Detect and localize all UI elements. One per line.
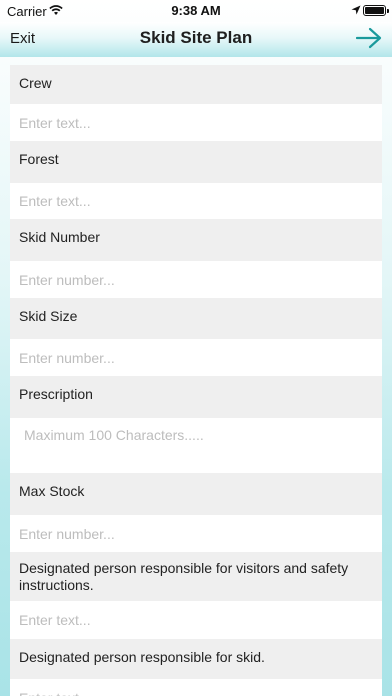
skid-size-input[interactable] bbox=[19, 349, 373, 366]
crew-input[interactable] bbox=[19, 114, 373, 131]
forest-input[interactable] bbox=[19, 193, 373, 209]
forest-label: Forest bbox=[10, 141, 382, 183]
crew-field-row[interactable] bbox=[10, 104, 382, 141]
prescription-field-row[interactable] bbox=[10, 418, 382, 473]
max-stock-field-row[interactable] bbox=[10, 515, 382, 552]
visitors-safety-person-label: Designated person responsible for visito… bbox=[10, 552, 382, 601]
navigation-bar: Exit Skid Site Plan bbox=[0, 22, 392, 57]
skid-responsible-person-label: Designated person responsible for skid. bbox=[10, 639, 382, 679]
skid-size-label: Skid Size bbox=[10, 298, 382, 339]
skid-size-field-row[interactable] bbox=[10, 339, 382, 376]
skid-site-form: Crew Forest Skid Number Skid Size Prescr… bbox=[10, 65, 382, 696]
max-stock-label: Max Stock bbox=[10, 473, 382, 515]
location-arrow-icon bbox=[351, 5, 361, 15]
visitors-safety-person-field-row[interactable] bbox=[10, 601, 382, 639]
skid-number-input[interactable] bbox=[19, 271, 373, 288]
page-title: Skid Site Plan bbox=[139, 28, 253, 47]
skid-responsible-person-input[interactable] bbox=[19, 689, 373, 696]
visitors-safety-person-input[interactable] bbox=[19, 612, 373, 628]
skid-number-label: Skid Number bbox=[10, 219, 382, 261]
prescription-textarea[interactable] bbox=[19, 418, 373, 473]
status-time: 9:38 AM bbox=[171, 3, 221, 18]
crew-label: Crew bbox=[10, 65, 382, 104]
battery-icon bbox=[363, 5, 389, 16]
skid-responsible-person-field-row[interactable] bbox=[10, 679, 382, 696]
status-bar: Carrier 9:38 AM bbox=[0, 0, 392, 22]
forest-field-row[interactable] bbox=[10, 183, 382, 219]
max-stock-input[interactable] bbox=[19, 525, 373, 542]
arrow-right-icon[interactable] bbox=[356, 27, 382, 49]
skid-number-field-row[interactable] bbox=[10, 261, 382, 298]
prescription-label: Prescription bbox=[10, 376, 382, 418]
